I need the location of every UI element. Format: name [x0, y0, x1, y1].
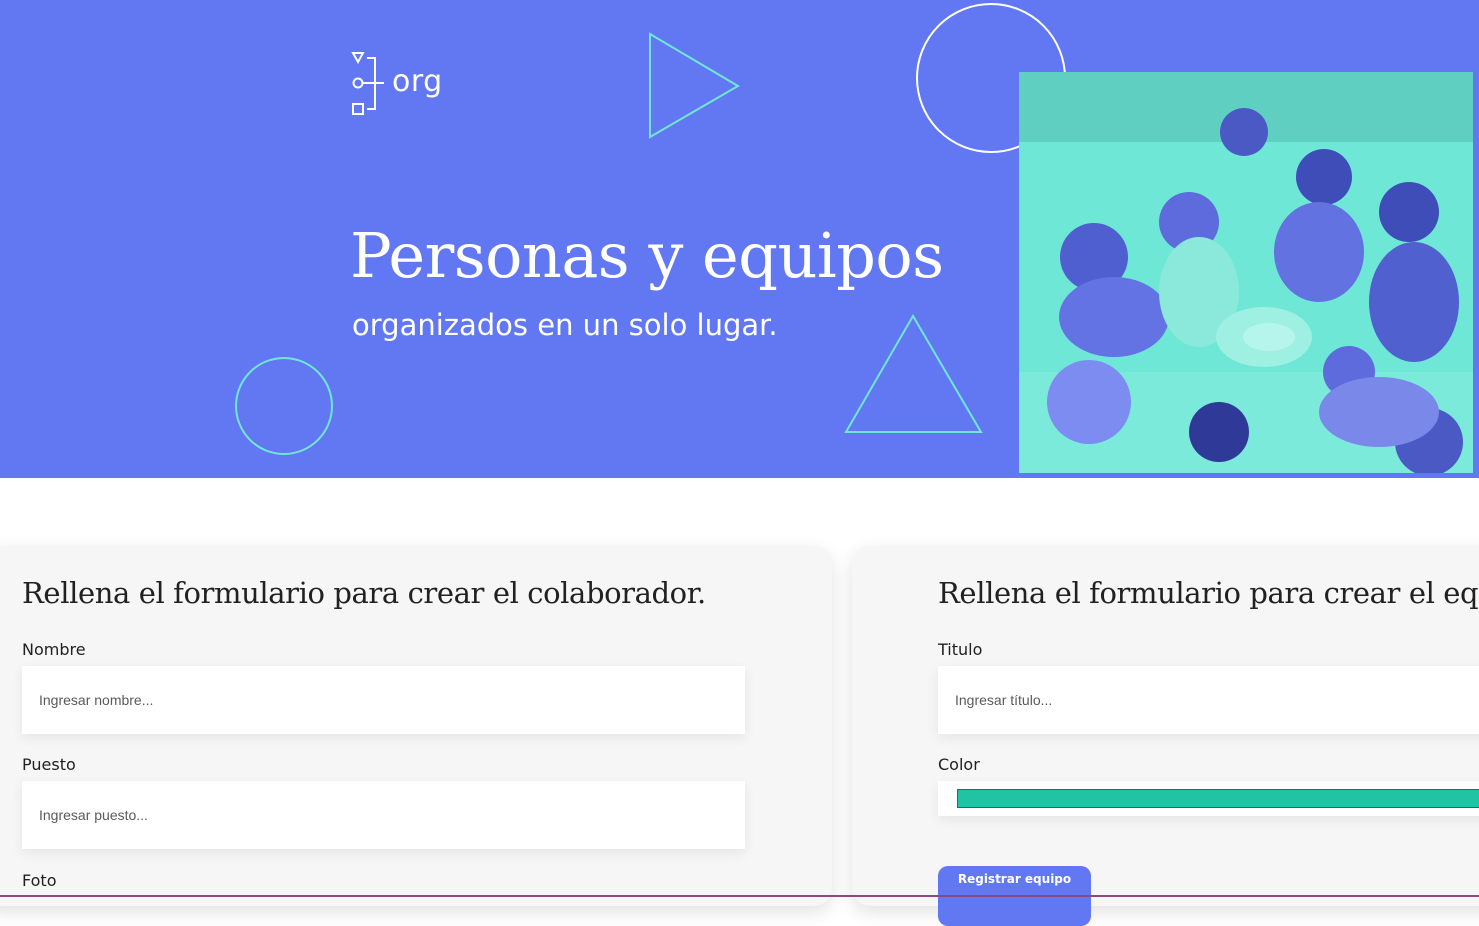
decorative-triangle-right-icon: [649, 32, 740, 139]
team-title-input[interactable]: [938, 666, 1479, 734]
team-color-picker[interactable]: [938, 781, 1479, 816]
collaborator-form-title: Rellena el formulario para crear el cola…: [22, 576, 706, 610]
logo[interactable]: org: [350, 50, 443, 116]
team-form-title: Rellena el formulario para crear el equi…: [938, 576, 1479, 610]
position-input[interactable]: [22, 781, 745, 849]
photo-label: Foto: [22, 871, 57, 890]
name-input[interactable]: [22, 666, 745, 734]
team-form: Rellena el formulario para crear el equi…: [852, 546, 1479, 926]
page-subtitle: organizados en un solo lugar.: [352, 308, 778, 342]
hero-banner: org Personas y equipos organizados en un…: [0, 0, 1479, 478]
collaborator-form: Rellena el formulario para crear el cola…: [0, 546, 832, 906]
team-color-label: Color: [938, 755, 980, 774]
org-chart-logo-icon: [351, 52, 384, 115]
decorative-triangle-up-icon: [844, 314, 983, 433]
name-label: Nombre: [22, 640, 86, 659]
logo-text: org: [392, 63, 443, 99]
team-title-label: Titulo: [938, 640, 983, 659]
decorative-circle-bottom-icon: [235, 357, 333, 455]
page-title: Personas y equipos: [350, 219, 944, 292]
team-hands-photo: [1019, 72, 1473, 473]
position-label: Puesto: [22, 755, 76, 774]
team-photo-illustration: [1019, 72, 1473, 473]
team-color-swatch[interactable]: [957, 789, 1479, 808]
